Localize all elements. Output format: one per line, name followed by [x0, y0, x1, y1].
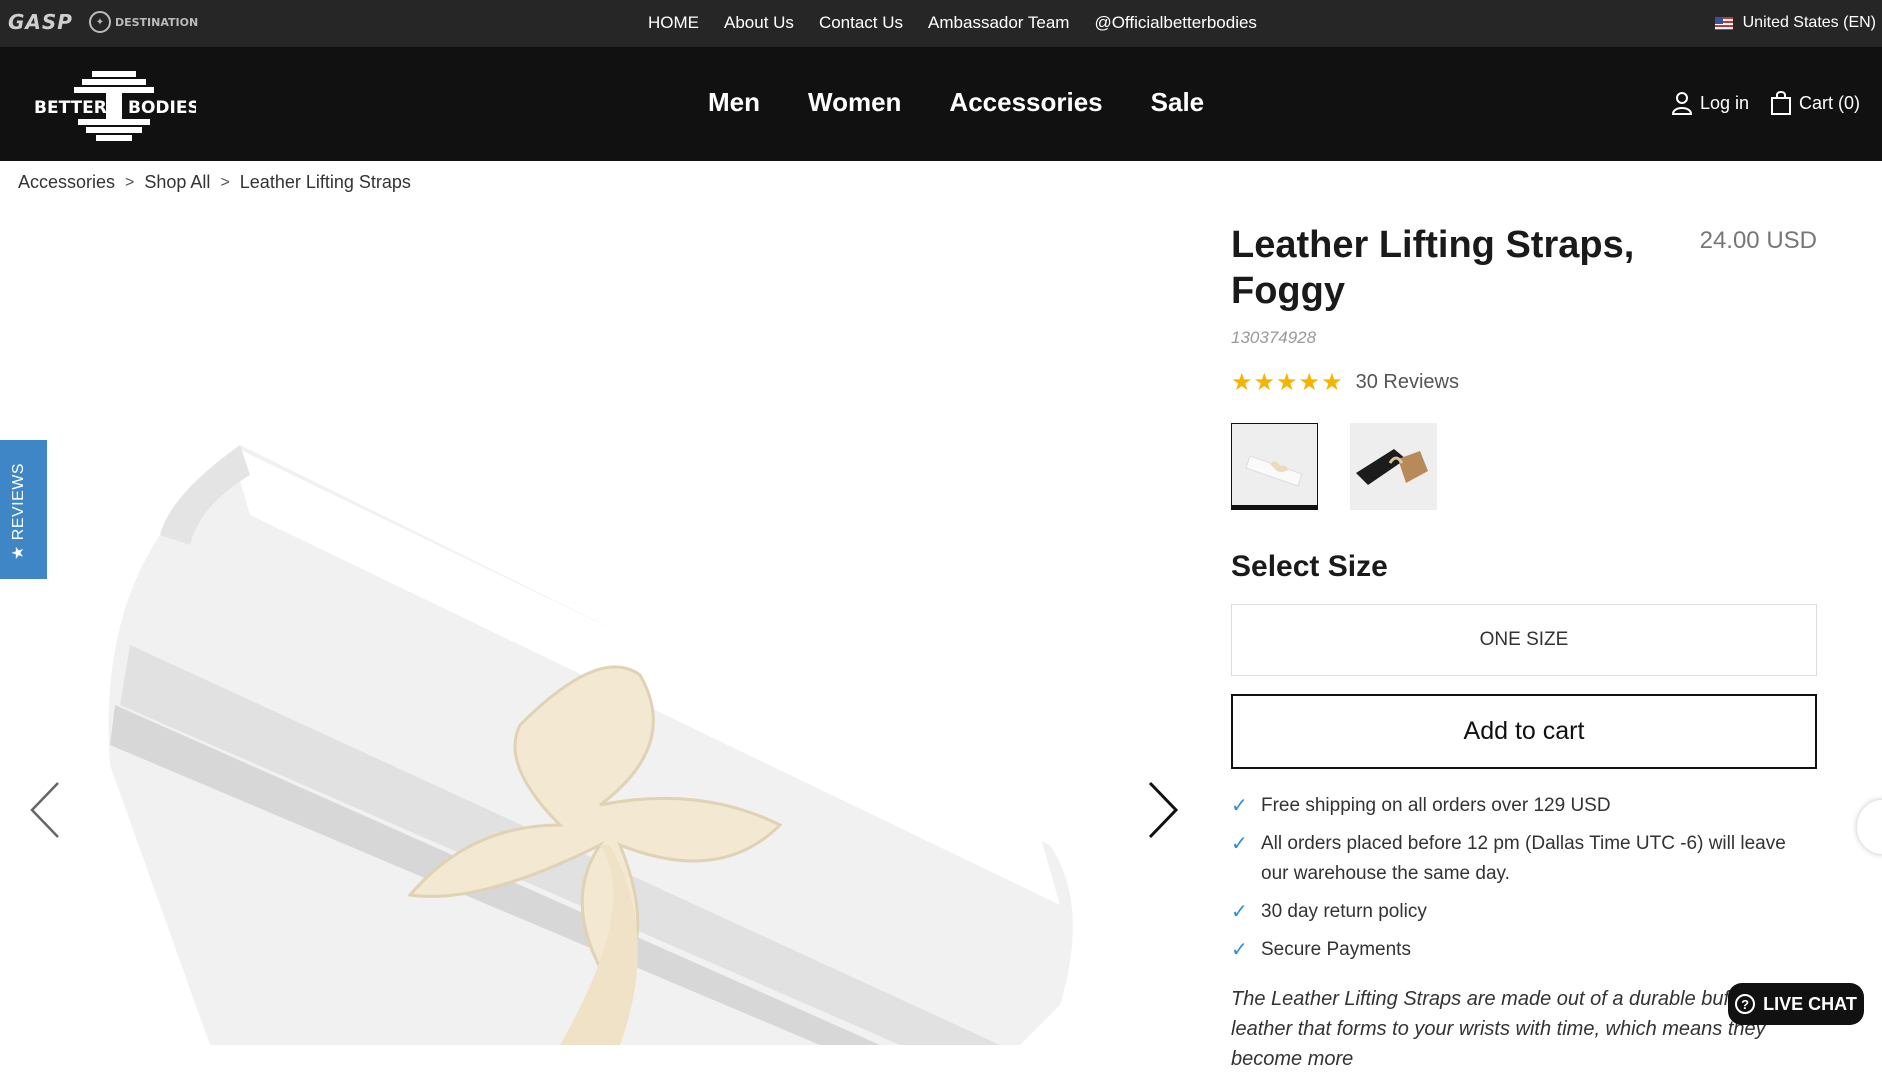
- sister-brands: GASP ✦ DESTINATION: [8, 10, 198, 34]
- destination-brand-label: DESTINATION: [114, 15, 199, 29]
- question-icon: ?: [1735, 994, 1756, 1014]
- breadcrumb-shop-all[interactable]: Shop All: [144, 172, 210, 193]
- breadcrumb-current: Leather Lifting Straps: [239, 172, 411, 192]
- size-heading: Select Size: [1231, 550, 1388, 583]
- us-flag-icon: [1714, 16, 1733, 30]
- chevron-right-icon: [1148, 781, 1179, 839]
- gallery-prev-button[interactable]: [28, 780, 62, 845]
- list-item: ✓ Secure Payments: [1231, 935, 1817, 965]
- thumbnail-image: [1245, 455, 1303, 487]
- product-gallery: [0, 205, 1200, 1045]
- destination-brand-link[interactable]: ✦ DESTINATION: [88, 11, 199, 33]
- list-item: ✓ All orders placed before 12 pm (Dallas …: [1231, 829, 1817, 889]
- better-bodies-logo[interactable]: BETTER BODIES: [32, 65, 200, 145]
- floating-widget-button[interactable]: [1857, 800, 1882, 854]
- benefit-text: Free shipping on all orders over 129 USD: [1261, 795, 1611, 816]
- nav-accessories[interactable]: Accessories: [949, 87, 1102, 118]
- gallery-next-button[interactable]: [1146, 780, 1180, 845]
- product-info: Leather Lifting Straps, Foggy 24.00 USD …: [1231, 222, 1817, 1074]
- breadcrumb: Accessories > Shop All > Leather Lifting…: [18, 172, 411, 193]
- nav-sale[interactable]: Sale: [1151, 87, 1205, 118]
- chevron-left-icon: [30, 782, 59, 838]
- product-price: 24.00 USD: [1699, 227, 1817, 254]
- benefit-text: Secure Payments: [1261, 939, 1411, 960]
- logo-text-bodies: BODIES: [128, 98, 196, 118]
- star-rating-icon: ★★★★★: [1231, 369, 1344, 396]
- reviews-tab-label: ★ REVIEWS: [10, 462, 27, 560]
- benefits-list: ✓ Free shipping on all orders over 129 US…: [1231, 791, 1817, 965]
- color-thumbnails: [1231, 423, 1817, 510]
- product-rating[interactable]: ★★★★★ 30 Reviews: [1231, 368, 1817, 397]
- thumbnail-black[interactable]: [1350, 423, 1437, 510]
- login-link[interactable]: Log in: [1671, 91, 1749, 115]
- chevron-right-icon: >: [125, 173, 135, 191]
- category-nav: Men Women Accessories Sale: [708, 87, 1204, 118]
- nav-women[interactable]: Women: [808, 87, 901, 118]
- check-icon: ✓: [1231, 795, 1248, 817]
- top-nav-home[interactable]: HOME: [648, 13, 699, 33]
- gasp-brand-link[interactable]: GASP: [8, 10, 73, 34]
- list-item: ✓ Free shipping on all orders over 129 US…: [1231, 791, 1817, 821]
- live-chat-label: LIVE CHAT: [1763, 993, 1857, 1014]
- list-item: ✓ 30 day return policy: [1231, 897, 1817, 927]
- top-nav-ambassador[interactable]: Ambassador Team: [928, 13, 1069, 33]
- cart-label: Cart (0): [1798, 92, 1860, 113]
- product-title: Leather Lifting Straps, Foggy: [1231, 224, 1635, 312]
- top-nav-about[interactable]: About Us: [724, 13, 794, 33]
- top-nav: HOME About Us Contact Us Ambassador Team…: [648, 13, 1257, 33]
- check-icon: ✓: [1231, 939, 1248, 961]
- shopping-bag-icon: [1770, 91, 1791, 115]
- login-label: Log in: [1699, 92, 1749, 113]
- nav-men[interactable]: Men: [708, 87, 760, 118]
- reviews-count: 30 Reviews: [1355, 371, 1459, 393]
- cart-link[interactable]: Cart (0): [1770, 91, 1860, 115]
- benefit-text: All orders placed before 12 pm (Dallas T…: [1261, 833, 1786, 884]
- check-icon: ✓: [1231, 833, 1248, 855]
- add-to-cart-button[interactable]: Add to cart: [1231, 694, 1817, 769]
- main-header: BETTER BODIES Men Women Accessories Sale…: [0, 47, 1882, 161]
- benefit-text: 30 day return policy: [1261, 901, 1427, 922]
- user-icon: [1671, 92, 1692, 115]
- top-utility-bar: GASP ✦ DESTINATION HOME About Us Contact…: [0, 0, 1882, 47]
- live-chat-button[interactable]: ? LIVE CHAT: [1728, 983, 1864, 1025]
- top-nav-contact[interactable]: Contact Us: [819, 13, 903, 33]
- region-label: United States (EN): [1742, 14, 1876, 31]
- check-icon: ✓: [1231, 901, 1248, 923]
- breadcrumb-accessories[interactable]: Accessories: [18, 172, 115, 193]
- top-nav-instagram[interactable]: @Officialbetterbodies: [1094, 13, 1256, 33]
- chevron-right-icon: >: [220, 173, 230, 191]
- thumbnail-image: [1356, 449, 1428, 485]
- account-area: Log in Cart (0): [1671, 91, 1860, 115]
- product-image: [108, 445, 1073, 1045]
- destination-logo-icon: ✦: [88, 11, 111, 33]
- size-option-button[interactable]: ONE SIZE: [1231, 604, 1817, 676]
- region-selector[interactable]: United States (EN): [1714, 14, 1876, 32]
- thumbnail-foggy[interactable]: [1231, 423, 1318, 510]
- reviews-side-tab[interactable]: ★ REVIEWS: [0, 440, 47, 579]
- product-sku: 130374928: [1231, 328, 1317, 347]
- logo-text-better: BETTER: [34, 98, 107, 118]
